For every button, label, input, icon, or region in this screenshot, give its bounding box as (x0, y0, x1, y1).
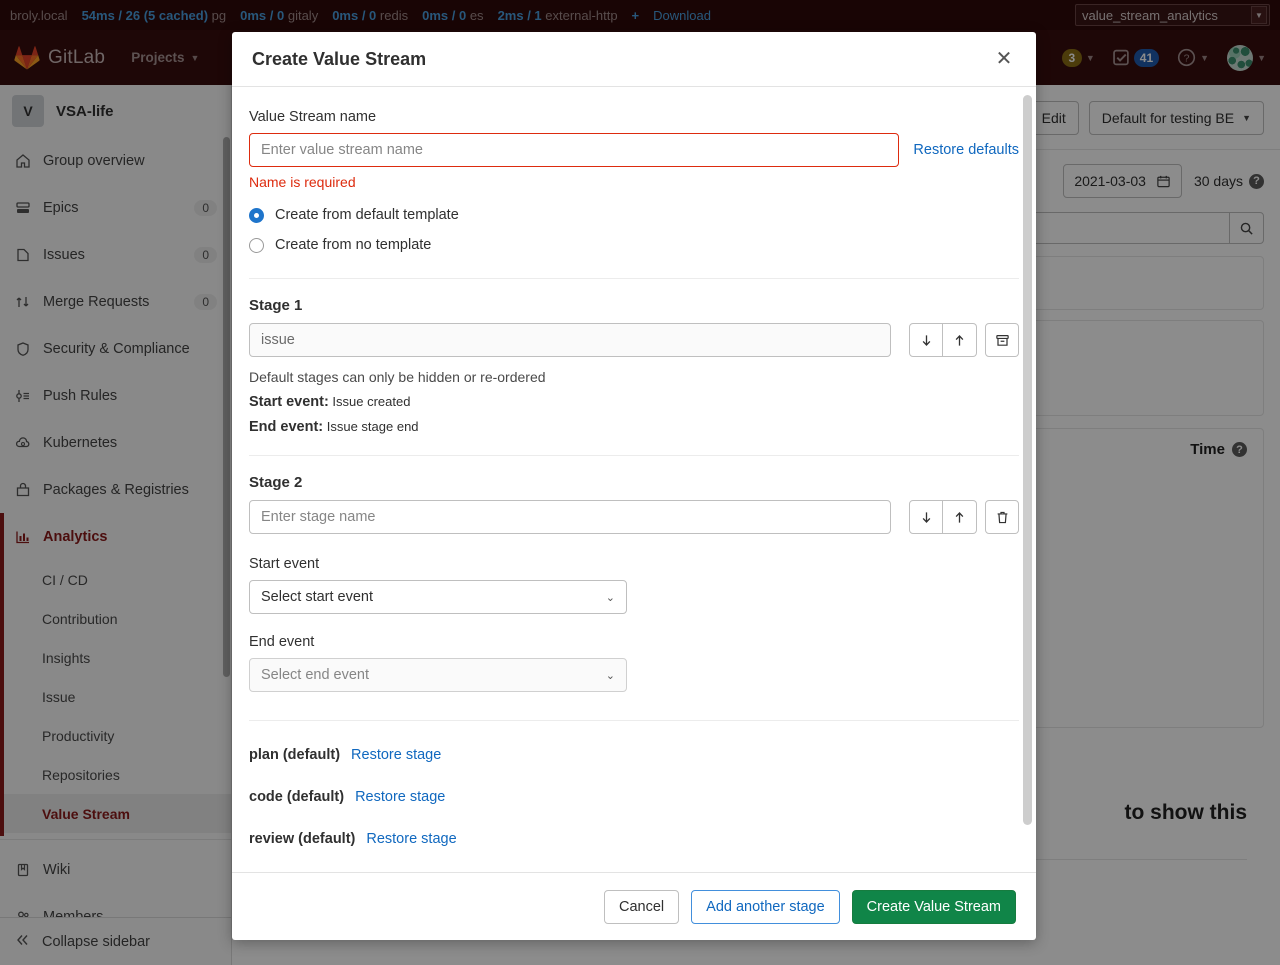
stage-2-start-event-placeholder: Select start event (261, 589, 374, 605)
close-icon[interactable]: ✕ (992, 47, 1016, 71)
stage-2-start-event-label: Start event (249, 556, 320, 572)
modal-title: Create Value Stream (252, 48, 427, 69)
hidden-stage-row: plan (default) Restore stage (249, 747, 1019, 763)
divider (249, 278, 1019, 279)
arrow-up-icon[interactable] (943, 323, 977, 357)
restore-stage-link[interactable]: Restore stage (351, 747, 441, 763)
arrow-down-icon[interactable] (909, 323, 943, 357)
value-stream-name-row: Enter value stream name Name is required… (249, 133, 1019, 190)
stage-1-row: issue (249, 323, 1019, 357)
stage-1-name-input: issue (249, 323, 891, 357)
stage-2-start-event-select[interactable]: Select start event ⌄ (249, 580, 627, 614)
stage-2-end-event-label: End event (249, 634, 315, 650)
stage-2-row: Enter stage name (249, 500, 1019, 534)
hidden-stage-name: review (default) (249, 831, 356, 847)
restore-defaults-link[interactable]: Restore defaults (913, 133, 1019, 167)
restore-stage-link[interactable]: Restore stage (366, 831, 456, 847)
stage-2-end-event-placeholder: Select end event (261, 667, 370, 683)
restore-stage-link[interactable]: Restore stage (355, 789, 445, 805)
radio-default-template-label: Create from default template (275, 207, 459, 223)
arrow-down-icon[interactable] (909, 500, 943, 534)
stage-2-heading: Stage 2 (249, 474, 303, 491)
value-stream-name-label: Value Stream name (249, 109, 377, 125)
hidden-stage-row: code (default) Restore stage (249, 789, 1019, 805)
stage-1-end-event-label: End event: (249, 419, 324, 435)
stage-1-end-event: End event: Issue stage end (249, 419, 1019, 435)
stage-1-hint: Default stages can only be hidden or re-… (249, 369, 546, 385)
stage-2-name-input[interactable]: Enter stage name (249, 500, 891, 534)
value-stream-name-placeholder: Enter value stream name (261, 142, 423, 158)
modal-footer: Cancel Add another stage Create Value St… (232, 872, 1036, 940)
arrow-up-icon[interactable] (943, 500, 977, 534)
create-value-stream-modal: Create Value Stream ✕ Value Stream name … (232, 32, 1036, 940)
stage-1-start-event-value: Issue created (332, 394, 411, 409)
stage-1-start-event-label: Start event: (249, 394, 329, 410)
stage-1-heading: Stage 1 (249, 297, 303, 314)
radio-no-template-input[interactable] (249, 237, 264, 253)
trash-icon[interactable] (985, 500, 1019, 534)
radio-no-template[interactable]: Create from no template (249, 232, 1019, 258)
stage-2-name-placeholder: Enter stage name (261, 509, 376, 525)
archive-icon[interactable] (985, 323, 1019, 357)
stage-2-end-event-select[interactable]: Select end event ⌄ (249, 658, 627, 692)
cancel-button[interactable]: Cancel (604, 889, 680, 924)
hidden-stage-row: review (default) Restore stage (249, 831, 1019, 847)
radio-default-template-input[interactable] (249, 207, 264, 223)
hidden-stage-name: code (default) (249, 789, 345, 805)
stage-1-move-buttons (909, 323, 977, 357)
radio-no-template-label: Create from no template (275, 237, 432, 253)
hidden-stage-name: plan (default) (249, 747, 341, 763)
modal-header: Create Value Stream ✕ (232, 32, 1036, 87)
stage-2-move-buttons (909, 500, 977, 534)
divider (249, 455, 1019, 456)
modal-scrollbar-thumb[interactable] (1023, 95, 1032, 825)
chevron-down-icon: ⌄ (605, 591, 615, 604)
stage-1-start-event: Start event: Issue created (249, 394, 1019, 410)
modal-body: Value Stream name Enter value stream nam… (232, 87, 1036, 872)
create-value-stream-button[interactable]: Create Value Stream (851, 889, 1016, 924)
add-another-stage-button[interactable]: Add another stage (691, 889, 840, 924)
value-stream-name-input[interactable]: Enter value stream name (249, 133, 900, 167)
stage-1-end-event-value: Issue stage end (326, 419, 419, 434)
chevron-down-icon: ⌄ (605, 669, 615, 682)
radio-default-template[interactable]: Create from default template (249, 202, 1019, 228)
divider (249, 720, 1019, 721)
stage-1-name-value: issue (261, 332, 295, 348)
value-stream-name-error: Name is required (249, 174, 356, 190)
